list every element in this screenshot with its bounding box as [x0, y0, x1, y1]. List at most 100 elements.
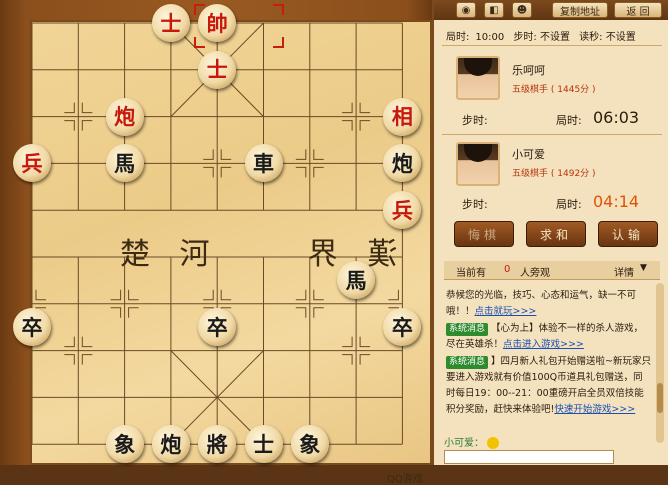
position-mark [110, 289, 122, 301]
position-mark [81, 120, 93, 131]
qq-game-watermark: QQ游戏 [387, 474, 423, 485]
chat-message: 系统消息 【心为上】体验不一样的杀人游戏，尽在英雄杀！点击进入游戏>>> [446, 323, 644, 350]
piece-r-shi-2[interactable]: 士 [198, 50, 237, 89]
time-label: 局时: [556, 198, 582, 211]
position-mark [81, 354, 93, 365]
dropdown-icon[interactable]: ▼ [640, 263, 647, 273]
system-tag: 系统消息 [446, 323, 489, 336]
piece-label: 炮 [114, 104, 136, 130]
position-mark [359, 354, 371, 365]
piece-b-pao-2[interactable]: 炮 [151, 425, 190, 464]
position-mark [342, 354, 353, 365]
game-time-label: 局时: [446, 32, 470, 43]
step-label: 步时: [462, 198, 488, 211]
position-mark [313, 307, 324, 318]
piece-label: 相 [391, 104, 413, 130]
spectator-prefix: 当前有 [456, 268, 486, 279]
player-rank: 五级棋手 ( 1492分 ) [512, 169, 596, 179]
player-time-active: 04:14 [593, 192, 640, 211]
piece-b-xiang-1[interactable]: 象 [105, 425, 144, 464]
piece-r-shi-1[interactable]: 士 [151, 4, 190, 42]
piece-label: 士 [206, 57, 228, 83]
position-mark [220, 289, 232, 301]
player-time: 06:03 [593, 108, 640, 127]
piece-b-che[interactable]: 車 [244, 144, 283, 183]
users-icon[interactable]: ☻ [512, 2, 532, 18]
step-label: 步时: [462, 114, 488, 127]
position-mark [342, 102, 353, 114]
position-mark [295, 166, 307, 178]
detail-link[interactable]: 详情 [614, 264, 634, 279]
chat-message: 系统消息 】四月新人礼包开始赠送啦~新玩家只要进入游戏就有价值100Q币道具礼包… [446, 356, 652, 415]
enter-game-link[interactable]: 点击进入游戏>>> [503, 339, 584, 350]
position-mark [313, 289, 324, 301]
speaker-icon[interactable]: ◧ [484, 2, 504, 18]
camera-icon[interactable]: ◉ [456, 2, 476, 18]
side-panel: ◉ ◧ ☻ 复制地址 返 回 局时: 10:00 步时: 不设置 读秒: 不设置 … [432, 0, 668, 465]
position-mark [313, 166, 324, 178]
position-mark [359, 336, 371, 348]
quick-start-link[interactable]: 快速开始游戏>>> [554, 404, 635, 415]
chess-board[interactable]: 楚 河 漢 界 QQ游戏 [30, 4, 432, 485]
position-mark [295, 307, 307, 318]
piece-b-shi[interactable]: 士 [244, 425, 283, 464]
position-mark [295, 149, 307, 160]
chat-message: 恭候您的光临，技巧、心态和运气，缺一不可哦！！点击就玩>>> [446, 290, 637, 317]
position-mark [128, 307, 139, 318]
step-time-setting: 步时: 不设置 [513, 32, 570, 43]
piece-label: 卒 [21, 314, 43, 340]
piece-label: 兵 [391, 197, 413, 223]
position-mark [64, 354, 75, 365]
piece-label: 士 [253, 431, 274, 457]
player-name: 乐呵呵 [512, 64, 545, 77]
position-mark [313, 149, 324, 160]
draw-button[interactable]: 求和 [526, 221, 586, 247]
piece-b-xiang-2[interactable]: 象 [290, 425, 329, 464]
divider [442, 45, 662, 46]
piece-b-ma-1[interactable]: 馬 [105, 144, 144, 183]
piece-label: 馬 [114, 150, 136, 176]
avatar[interactable] [456, 56, 500, 100]
piece-label: 炮 [160, 431, 182, 457]
piece-b-zu-1[interactable]: 卒 [13, 308, 51, 347]
piece-r-shuai[interactable]: 帥 [198, 4, 237, 42]
spectator-count: 0 [504, 264, 511, 275]
resign-button[interactable]: 认输 [598, 221, 658, 247]
piece-label: 炮 [391, 150, 413, 176]
piece-r-pao[interactable]: 炮 [105, 97, 144, 136]
position-mark [359, 102, 371, 114]
piece-label: 象 [299, 431, 321, 457]
spectator-suffix: 人旁观 [520, 268, 550, 279]
piece-label: 兵 [21, 150, 43, 176]
position-mark [64, 102, 75, 114]
piece-r-xiang[interactable]: 相 [383, 97, 422, 136]
chat-input[interactable] [444, 450, 614, 464]
emoji-icon[interactable] [487, 437, 500, 449]
chat-log: 恭候您的光临，技巧、心态和运气，缺一不可哦！！点击就玩>>> 系统消息 【心为上… [446, 288, 652, 419]
avatar[interactable] [456, 142, 500, 186]
piece-label: 車 [253, 150, 274, 176]
position-mark [64, 336, 75, 348]
panel-toolbar: ◉ ◧ ☻ 复制地址 返 回 [434, 0, 668, 20]
position-mark [203, 149, 214, 160]
play-link[interactable]: 点击就玩>>> [475, 306, 537, 317]
copy-url-button[interactable]: 复制地址 [552, 2, 608, 18]
position-mark [81, 102, 93, 114]
piece-label: 卒 [391, 314, 413, 340]
game-time-value: 10:00 [475, 32, 505, 43]
back-button[interactable]: 返 回 [614, 2, 662, 18]
system-tag: 系统消息 [446, 356, 489, 369]
piece-label: 帥 [206, 10, 228, 36]
position-mark [203, 289, 214, 301]
position-mark [388, 289, 399, 301]
undo-button[interactable]: 悔棋 [454, 221, 514, 247]
scroll-thumb[interactable] [657, 383, 663, 413]
position-mark [220, 149, 232, 160]
chat-scrollbar[interactable] [656, 283, 664, 443]
position-mark [342, 336, 353, 348]
player-card-top: 乐呵呵 五级棋手 ( 1445分 ) 步时: 局时: 06:03 [446, 48, 660, 130]
piece-label: 象 [114, 431, 136, 457]
position-mark [128, 289, 139, 301]
position-mark [359, 120, 371, 131]
piece-label: 將 [206, 431, 228, 457]
